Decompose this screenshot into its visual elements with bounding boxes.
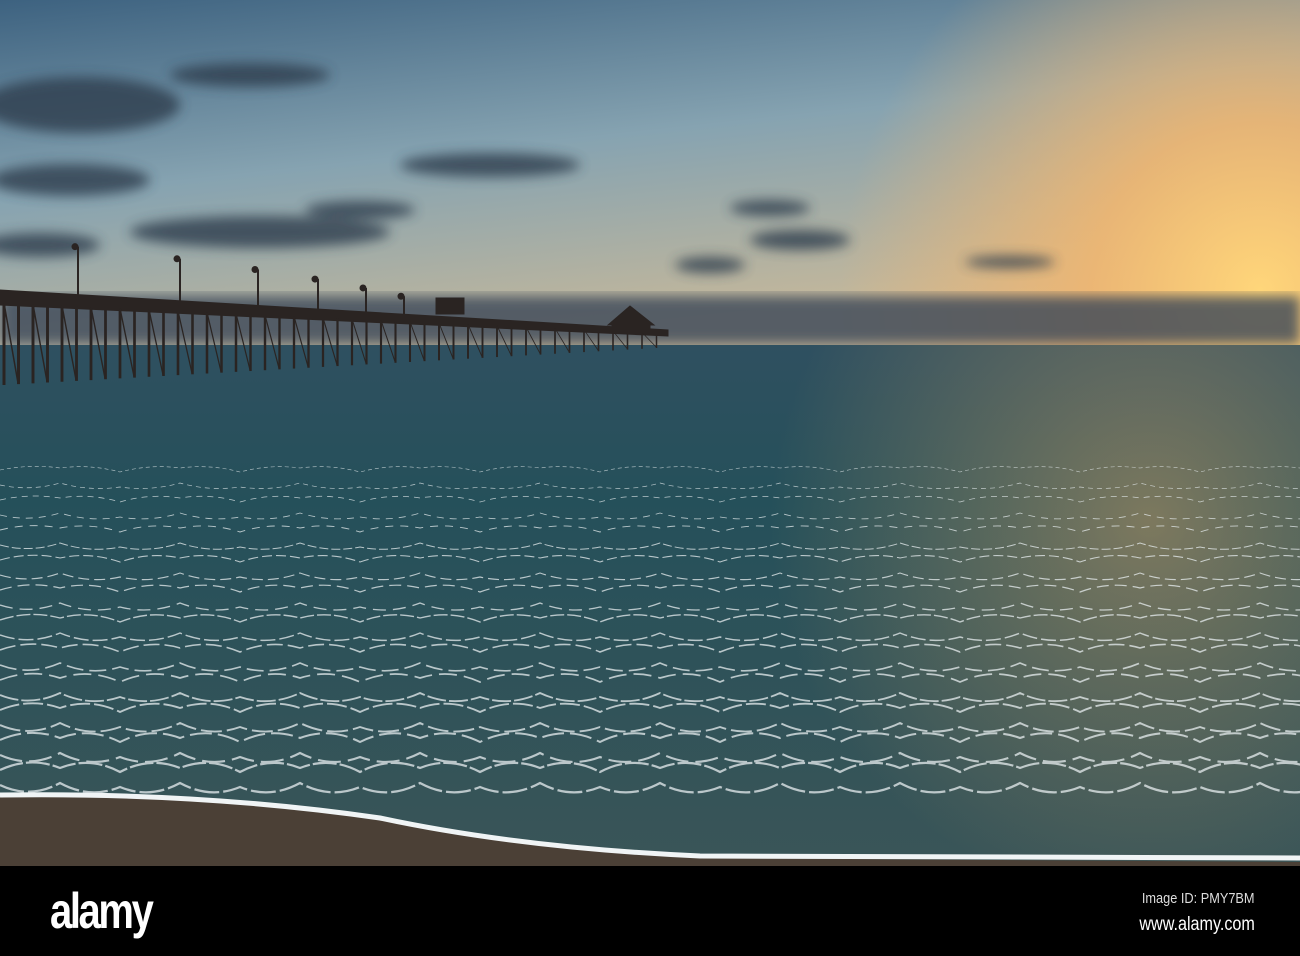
watermark-url[interactable]: www.alamy.com — [1140, 914, 1255, 936]
lamp — [397, 292, 405, 300]
lamp — [251, 265, 259, 273]
pier-end-building — [611, 321, 651, 333]
alamy-logo: alamy — [50, 883, 154, 939]
sunset-pier-photo — [0, 0, 1300, 866]
lamp — [311, 275, 319, 283]
stock-photo: alamy Image ID: PMY7BM www.alamy.com — [0, 0, 1300, 956]
image-id: Image ID: PMY7BM — [1142, 890, 1255, 907]
lamp — [359, 284, 367, 292]
lamp — [71, 243, 79, 251]
watermark-footer: alamy Image ID: PMY7BM www.alamy.com — [0, 866, 1300, 956]
lamp — [173, 255, 181, 263]
sun-glow — [0, 0, 1300, 346]
lifeguard-tower — [435, 297, 465, 315]
